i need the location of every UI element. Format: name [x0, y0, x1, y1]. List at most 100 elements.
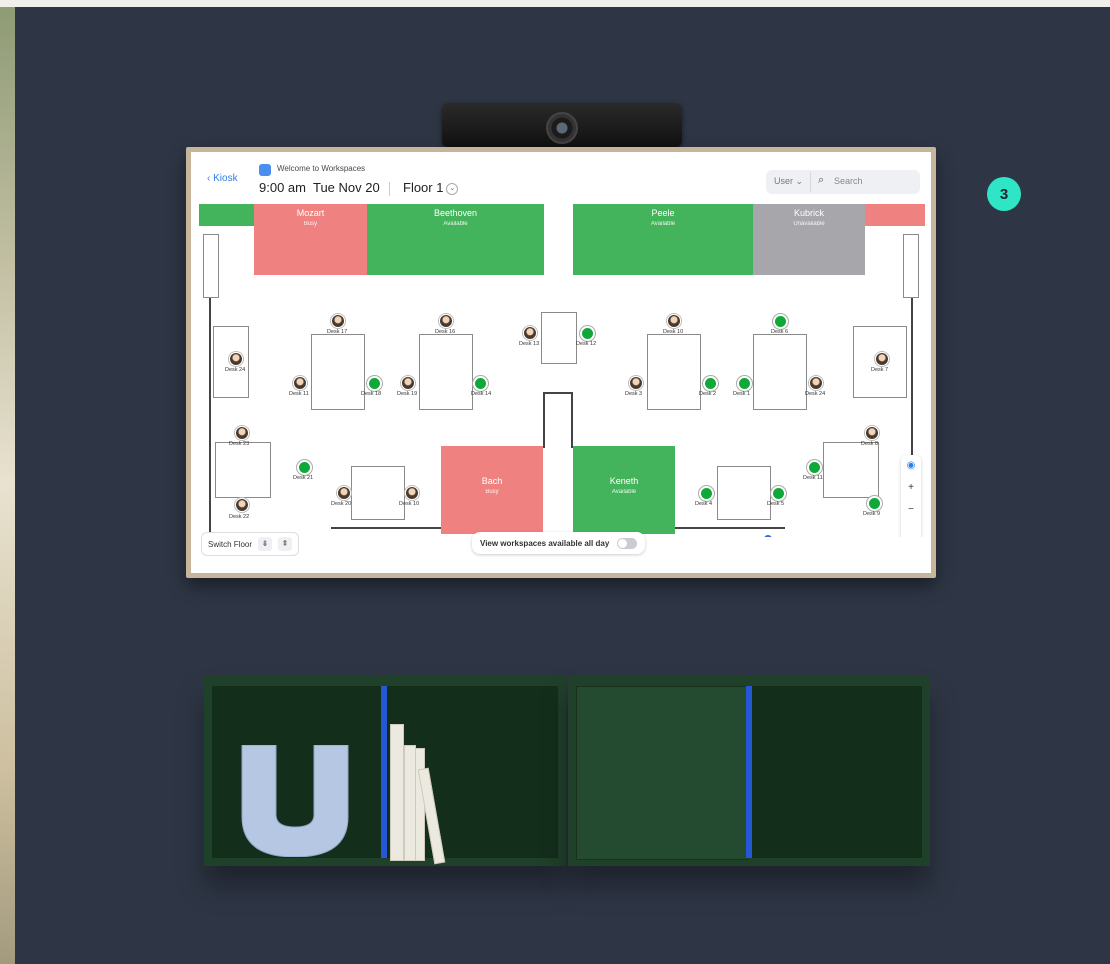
desk-label: Desk 17: [327, 329, 348, 335]
search-bar: User ⌄ ⌕ Search: [766, 170, 920, 194]
desk-available-dot[interactable]: [773, 314, 788, 329]
room-status: Unavailable: [793, 221, 825, 227]
room-status: Available: [443, 221, 468, 227]
room-beethoven[interactable]: Beethoven Available: [367, 204, 544, 275]
search-filter-dropdown[interactable]: User ⌄: [774, 176, 803, 187]
desk-occupant-avatar[interactable]: [523, 326, 537, 340]
desk-occupant-avatar[interactable]: [405, 486, 419, 500]
desk-available-dot[interactable]: [699, 486, 714, 501]
desk-label: Desk 12: [576, 341, 597, 347]
desk-occupant-avatar[interactable]: [235, 498, 249, 512]
desk-available-dot[interactable]: [297, 460, 312, 475]
display-frame: ‹ Kiosk Welcome to Workspaces 9:00 am Tu…: [186, 147, 936, 578]
desk-label: Desk 11: [803, 475, 823, 481]
toggle-switch[interactable]: [617, 537, 638, 549]
desk-label: Desk 4: [695, 501, 713, 507]
desk-occupant-avatar[interactable]: [439, 314, 453, 328]
desk-available-dot[interactable]: [771, 486, 786, 501]
locate-icon[interactable]: ◉: [901, 455, 921, 477]
map-controls: ◉ + −: [901, 455, 921, 547]
cabinet: [203, 234, 219, 298]
desk-furniture: [541, 312, 577, 364]
cabinet: [903, 234, 919, 298]
app-title: Welcome to Workspaces: [277, 164, 366, 173]
desk-occupant-avatar[interactable]: [865, 426, 879, 440]
wall-left: [209, 276, 211, 536]
floor-map[interactable]: Mozart Busy Beethoven Available Peele Av…: [191, 204, 931, 537]
desk-label: Desk 20: [331, 501, 352, 507]
desk-label: Desk 2: [699, 391, 717, 397]
room-name: Peele: [651, 208, 675, 218]
desk-occupant-avatar[interactable]: [875, 352, 889, 366]
desk-label: Desk 1: [733, 391, 751, 397]
room-bach[interactable]: Bach Busy: [441, 446, 543, 534]
floor-up-button[interactable]: ⇞: [278, 537, 293, 551]
desk-label: Desk 19: [397, 391, 418, 397]
desk-occupant-avatar[interactable]: [229, 352, 243, 366]
desk-furniture: [419, 334, 473, 410]
header-divider: [389, 182, 390, 196]
desk-occupant-avatar[interactable]: [401, 376, 415, 390]
desk-furniture: [351, 466, 405, 520]
floor-selector[interactable]: Floor 1 ⌄: [403, 180, 459, 195]
search-separator: [810, 172, 811, 192]
top-edge: [0, 0, 1110, 7]
datetime: 9:00 am Tue Nov 20: [259, 180, 380, 195]
date: Tue Nov 20: [312, 180, 380, 195]
available-all-day-toggle[interactable]: View workspaces available all day: [472, 532, 646, 554]
desk-furniture: [647, 334, 701, 410]
room-partial-left[interactable]: [199, 204, 254, 226]
back-label: Kiosk: [213, 173, 238, 184]
chevron-down-icon: ⌄: [446, 182, 459, 195]
header: ‹ Kiosk Welcome to Workspaces 9:00 am Tu…: [191, 152, 931, 204]
room-peele[interactable]: Peele Available: [573, 204, 753, 275]
shelf-divider: [381, 686, 387, 858]
room-status: Busy: [303, 221, 318, 227]
zoom-out-button[interactable]: −: [901, 499, 921, 521]
desk-label: Desk 10: [663, 329, 684, 335]
desk-occupant-avatar[interactable]: [809, 376, 823, 390]
bottom-bar: Switch Floor ⇟ ⇞ View workspaces availab…: [191, 532, 931, 573]
back-button[interactable]: ‹ Kiosk: [207, 173, 238, 184]
desk-available-dot[interactable]: [737, 376, 752, 391]
search-input[interactable]: Search: [834, 176, 863, 186]
desk-label: Desk 8: [861, 441, 879, 447]
desk-available-dot[interactable]: [367, 376, 382, 391]
desk-furniture: [215, 442, 271, 498]
room-name: Beethoven: [433, 208, 478, 218]
room-status: Available: [611, 489, 637, 495]
search-filter-label: User: [774, 176, 794, 186]
desk-label: Desk 14: [471, 391, 492, 397]
search-icon: ⌕: [818, 174, 825, 186]
switch-floor-label: Switch Floor: [208, 539, 253, 549]
desk-occupant-avatar[interactable]: [235, 426, 249, 440]
desk-available-dot[interactable]: [807, 460, 822, 475]
desk-label: Desk 3: [625, 391, 643, 397]
desk-available-dot[interactable]: [580, 326, 595, 341]
desk-available-dot[interactable]: [867, 496, 882, 511]
desk-occupant-avatar[interactable]: [293, 376, 307, 390]
desk-label: Desk 24: [225, 367, 246, 373]
desk-occupant-avatar[interactable]: [337, 486, 351, 500]
room-status: Busy: [485, 489, 499, 495]
kiosk-screen: ‹ Kiosk Welcome to Workspaces 9:00 am Tu…: [191, 152, 931, 573]
zoom-in-button[interactable]: +: [901, 477, 921, 499]
room-partial-right[interactable]: [865, 204, 925, 226]
desk-available-dot[interactable]: [473, 376, 488, 391]
floor-down-button[interactable]: ⇟: [258, 537, 273, 551]
wall-corridor-right: [571, 392, 573, 448]
wall-bottom-right: [675, 527, 785, 529]
room-kubrick[interactable]: Kubrick Unavailable: [753, 204, 865, 275]
step-badge: 3: [987, 177, 1021, 211]
room-keneth[interactable]: Keneth Available: [573, 446, 675, 534]
desk-occupant-avatar[interactable]: [629, 376, 643, 390]
desk-occupant-avatar[interactable]: [667, 314, 681, 328]
shelf-unit-right: [568, 676, 930, 866]
desk-label: Desk 11: [289, 391, 309, 397]
desk-available-dot[interactable]: [703, 376, 718, 391]
room-name: Kubrick: [793, 208, 824, 218]
desk-label: Desk 18: [361, 391, 382, 397]
room-mozart[interactable]: Mozart Busy: [254, 204, 367, 275]
desk-occupant-avatar[interactable]: [331, 314, 345, 328]
available-all-day-label: View workspaces available all day: [480, 538, 610, 548]
